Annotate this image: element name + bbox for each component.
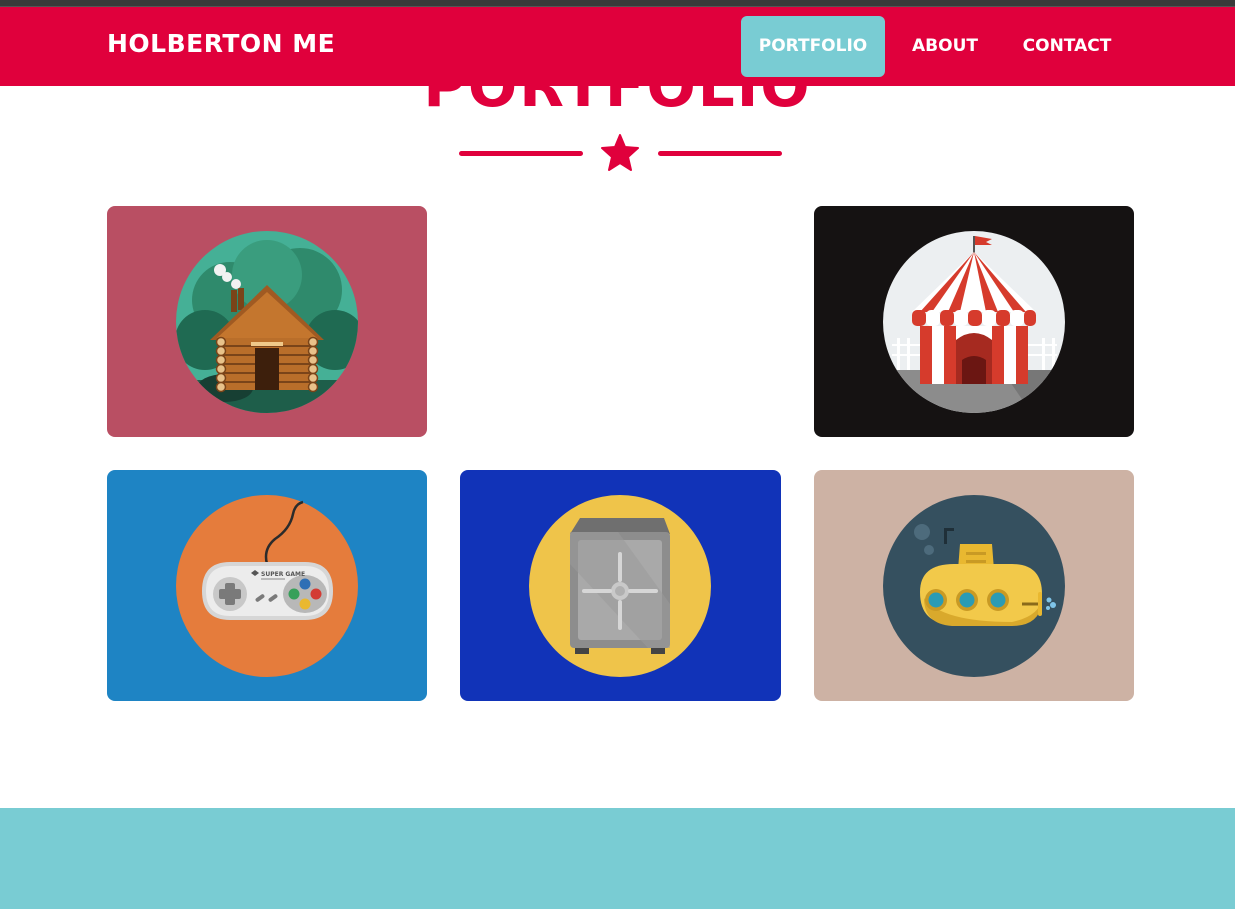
controller-label: SUPER GAME xyxy=(261,571,305,578)
divider-line-left xyxy=(459,151,583,156)
section-divider xyxy=(457,134,784,174)
log-cabin-icon xyxy=(176,231,358,413)
portfolio-item-submarine[interactable] xyxy=(814,470,1134,701)
footer-band xyxy=(0,808,1235,909)
nav-contact[interactable]: CONTACT xyxy=(1008,16,1126,77)
circus-tent-icon xyxy=(883,231,1065,413)
portfolio-item-cabin[interactable] xyxy=(107,206,427,437)
star-icon xyxy=(601,134,639,171)
navbar: HOLBERTON ME PORTFOLIO ABOUT CONTACT xyxy=(0,7,1235,86)
nav-about[interactable]: ABOUT xyxy=(898,16,992,77)
divider-line-right xyxy=(658,151,782,156)
portfolio-item-controller[interactable]: SUPER GAME xyxy=(107,470,427,701)
brand-title[interactable]: HOLBERTON ME xyxy=(107,29,335,58)
browser-top-strip xyxy=(0,0,1235,7)
portfolio-item-circus[interactable] xyxy=(814,206,1134,437)
safe-icon xyxy=(529,495,711,677)
game-controller-icon: SUPER GAME xyxy=(176,495,358,677)
submarine-icon xyxy=(883,495,1065,677)
portfolio-item-safe[interactable] xyxy=(460,470,781,701)
nav-portfolio[interactable]: PORTFOLIO xyxy=(741,16,885,77)
